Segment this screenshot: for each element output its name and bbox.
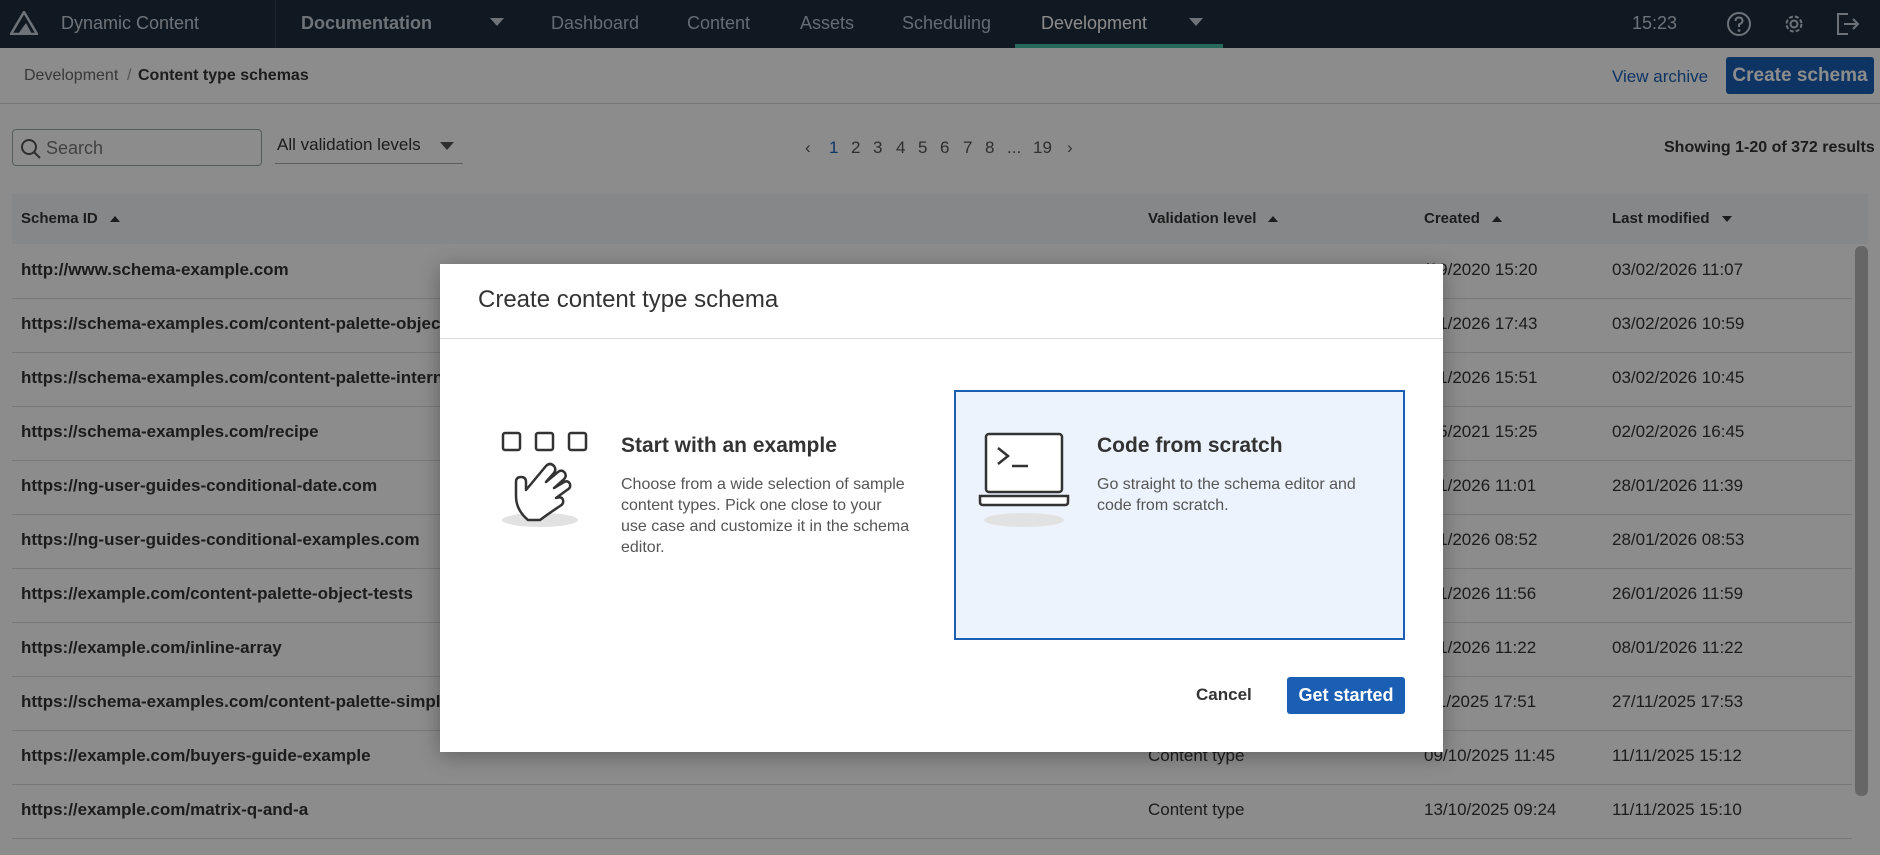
- get-started-button[interactable]: Get started: [1287, 677, 1405, 714]
- option-title: Code from scratch: [1097, 434, 1283, 457]
- divider: [440, 338, 1443, 339]
- option-title: Start with an example: [621, 434, 837, 457]
- option-description: Go straight to the schema editor and cod…: [1097, 476, 1356, 514]
- option-start-with-example[interactable]: Start with an example Choose from a wide…: [478, 390, 929, 640]
- hand-pointer-icon: [501, 431, 588, 527]
- option-description: Choose from a wide selection of sample c…: [621, 476, 910, 556]
- dialog-title: Create content type schema: [478, 286, 779, 313]
- option-code-from-scratch[interactable]: Code from scratch Go straight to the sch…: [954, 390, 1405, 640]
- cancel-button[interactable]: Cancel: [1196, 685, 1252, 705]
- create-schema-dialog: Create content type schema Start with an…: [440, 264, 1443, 752]
- laptop-terminal-icon: [978, 432, 1070, 527]
